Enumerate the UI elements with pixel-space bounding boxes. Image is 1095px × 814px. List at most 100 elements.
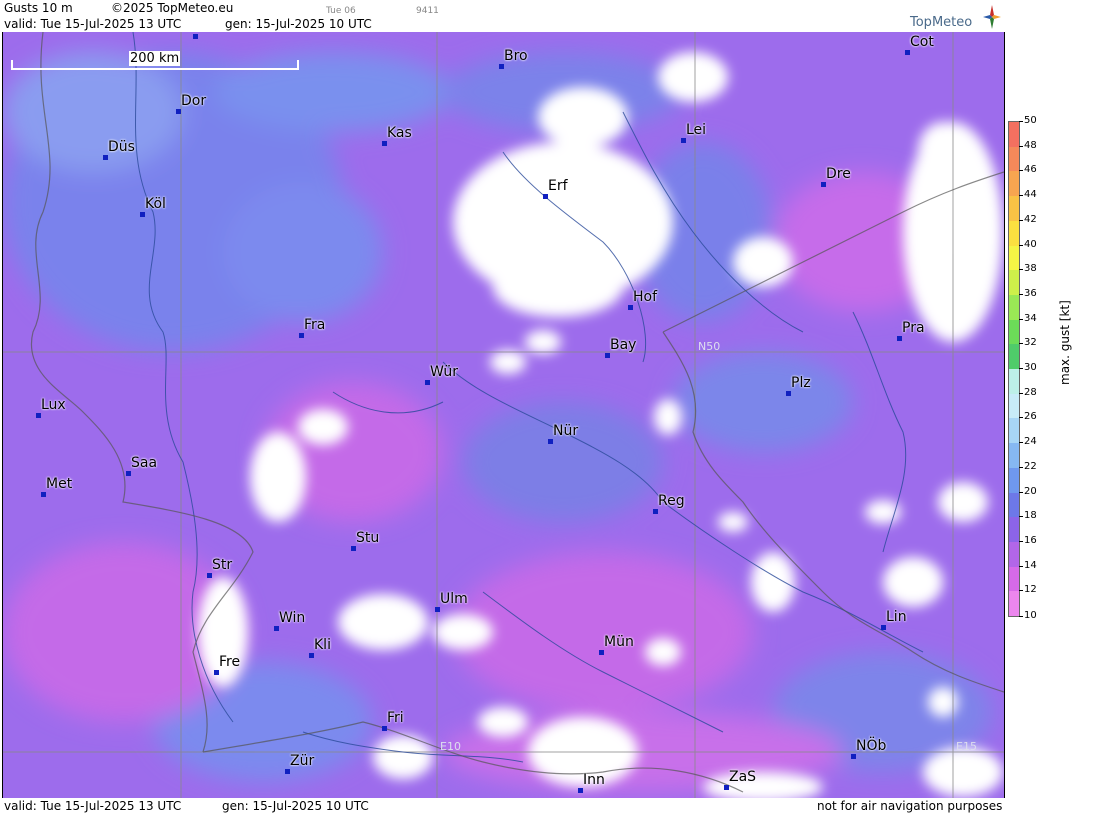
legend-color-segment — [1009, 393, 1019, 419]
city-label: Dre — [826, 166, 851, 182]
city-dot — [821, 182, 826, 187]
city-label: Plz — [791, 375, 811, 391]
footer-generated-time: gen: 15-Jul-2025 10 UTC — [222, 799, 369, 813]
city-dot — [543, 194, 548, 199]
legend-color-segment — [1009, 122, 1019, 148]
legend-tick-label: 10 — [1024, 610, 1037, 621]
city-dot — [897, 336, 902, 341]
city-label: Dor — [181, 93, 207, 109]
legend-tick-mark — [1019, 516, 1023, 518]
legend-tick-label: 50 — [1024, 115, 1037, 126]
footer-bar: valid: Tue 15-Jul-2025 13 UTC gen: 15-Ju… — [0, 798, 1005, 814]
legend-tick-mark — [1019, 195, 1023, 197]
legend-tick-label: 18 — [1024, 510, 1037, 522]
city-label: Inn — [583, 772, 605, 788]
city-label: Win — [279, 610, 306, 626]
run-code: 9411 — [416, 6, 439, 16]
city-dot — [274, 626, 279, 631]
legend-tick-label: 48 — [1024, 139, 1037, 151]
legend-tick-mark — [1019, 121, 1023, 122]
city-label: Fre — [219, 654, 241, 670]
city-dot — [214, 670, 219, 675]
header-bar: Gusts 10 m ©2025 TopMeteo.eu Tue 06 9411… — [0, 0, 1005, 32]
city-label: Met — [46, 476, 73, 492]
city-dot — [193, 34, 198, 39]
legend-tick-label: 32 — [1024, 337, 1037, 349]
city-label: Nür — [553, 423, 579, 439]
city-dot — [140, 212, 145, 217]
legend-tick-mark — [1019, 368, 1023, 369]
footer-valid-time: valid: Tue 15-Jul-2025 13 UTC — [4, 799, 182, 813]
city-dot — [285, 769, 290, 774]
city-dot — [605, 353, 610, 358]
city-dot — [578, 788, 583, 793]
city-label: Reg — [658, 493, 685, 509]
gust-field — [3, 32, 1004, 798]
legend-color-segment — [1009, 270, 1019, 296]
legend-tick-mark — [1019, 466, 1023, 468]
city-label: Kas — [387, 125, 412, 141]
city-label: Zür — [290, 753, 315, 769]
legend-color-segment — [1009, 344, 1019, 370]
city-dot — [548, 439, 553, 444]
city-label: ZaS — [729, 769, 757, 785]
city-label: Stu — [356, 530, 380, 546]
city-dot — [103, 155, 108, 160]
city-dot — [382, 726, 387, 731]
city-label: Lux — [41, 397, 66, 413]
city-label: Bro — [504, 48, 528, 64]
scale-bar: 200 km — [11, 51, 299, 70]
legend-color-segment — [1009, 517, 1019, 543]
city-label: NÖb — [856, 738, 887, 754]
city-label: Mün — [604, 634, 634, 650]
copyright-text: ©2025 TopMeteo.eu — [111, 1, 234, 15]
city-label: Ulm — [440, 591, 468, 607]
gust-map: 200 km N50 E10 E15 Mün Bro Cot Dor Kas Lei Düs… — [2, 32, 1005, 798]
legend-tick-mark — [1019, 343, 1023, 345]
city-dot — [851, 754, 856, 759]
city-label: Wür — [430, 364, 458, 380]
legend-tick-label: 44 — [1024, 189, 1037, 201]
compass-icon — [983, 5, 1001, 29]
legend-tick-mark — [1019, 269, 1023, 271]
city-dot — [36, 413, 41, 418]
city-label: Hof — [633, 289, 658, 305]
city-dot — [126, 471, 131, 476]
legend-tick-mark — [1019, 318, 1023, 320]
legend-tick-mark — [1019, 417, 1023, 419]
topmeteo-logo: TopMeteo — [908, 4, 1004, 32]
legend-tick-label: 14 — [1024, 559, 1037, 571]
legend-tick-label: 28 — [1024, 386, 1037, 398]
city-dot — [681, 138, 686, 143]
city-label: Lei — [686, 122, 707, 138]
disclaimer-text: not for air navigation purposes — [817, 799, 1003, 813]
legend-tick-label: 36 — [1024, 287, 1037, 299]
legend-color-segment — [1009, 418, 1019, 444]
logo-text: TopMeteo — [910, 15, 973, 30]
legend-tick-label: 30 — [1024, 362, 1037, 373]
city-dot — [207, 573, 212, 578]
scale-label: 200 km — [129, 51, 181, 66]
legend-tick-label: 24 — [1024, 436, 1037, 448]
city-dot — [309, 653, 314, 658]
legend-color-segment — [1009, 171, 1019, 197]
city-label: Cot — [910, 34, 934, 50]
legend-tick-label: 40 — [1024, 238, 1037, 250]
city-dot — [499, 64, 504, 69]
city-label: Fra — [304, 317, 326, 333]
city-label: Bay — [610, 337, 637, 353]
city-dot — [351, 546, 356, 551]
legend-tick-mark — [1019, 442, 1023, 444]
city-label: Erf — [548, 178, 568, 194]
legend-tick-label: 22 — [1024, 460, 1037, 472]
city-dot — [653, 509, 658, 514]
legend-tick-mark — [1019, 616, 1023, 617]
legend-color-segment — [1009, 467, 1019, 493]
city-dot — [905, 50, 910, 55]
city-dot — [435, 607, 440, 612]
city-dot — [881, 625, 886, 630]
city-label: Saa — [131, 455, 158, 471]
legend-tick-label: 20 — [1024, 485, 1037, 497]
legend-tick-mark — [1019, 540, 1023, 542]
legend-color-segment — [1009, 245, 1019, 271]
